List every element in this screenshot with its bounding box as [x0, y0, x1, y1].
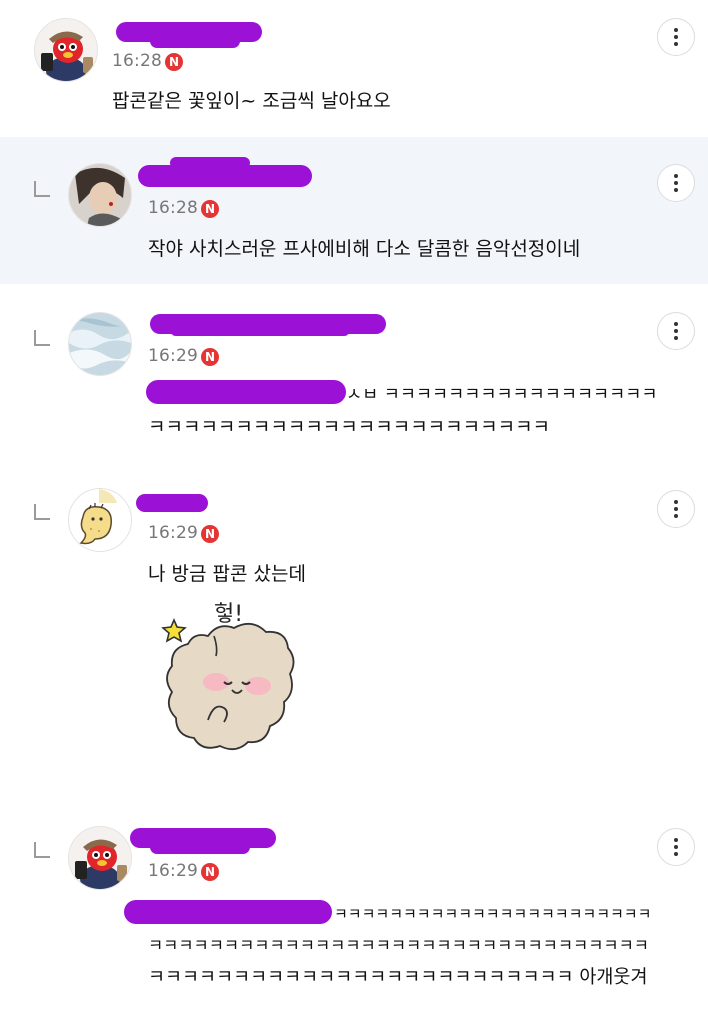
new-badge-icon: N [201, 525, 219, 543]
new-badge-icon: N [165, 53, 183, 71]
comment-item: 16:29 N ㅅㅂ ㅋㅋㅋㅋㅋㅋㅋㅋㅋㅋㅋㅋㅋㅋㅋㅋㅋ ㅋㅋㅋㅋㅋㅋㅋㅋㅋㅋㅋ… [0, 284, 708, 454]
comment-text: 나 방금 팝콘 샀는데 [148, 563, 306, 585]
star-icon [161, 617, 187, 643]
bear-sticker-illustration [161, 617, 295, 751]
comment-text: ㅅㅂ ㅋㅋㅋㅋㅋㅋㅋㅋㅋㅋㅋㅋㅋㅋㅋㅋㅋ [346, 385, 658, 405]
comment-timestamp: 16:29 [148, 861, 198, 881]
avatar[interactable] [68, 163, 132, 227]
comment-text: 작야 사치스러운 프사에비해 다소 달콤한 음악선정이네 [148, 238, 581, 260]
comment-item: 16:28 N 작야 사치스러운 프사에비해 다소 달콤한 음악선정이네 [0, 137, 708, 284]
more-options-button[interactable] [657, 828, 695, 866]
more-vertical-icon [674, 838, 678, 842]
comment-text: ㅋㅋㅋㅋㅋㅋㅋㅋㅋㅋㅋㅋㅋㅋㅋㅋㅋㅋㅋㅋㅋㅋㅋ [334, 905, 652, 923]
new-badge-icon: N [201, 863, 219, 881]
redacted-username [150, 840, 250, 854]
more-options-button[interactable] [657, 18, 695, 56]
comment-text: ㅋㅋㅋㅋㅋㅋㅋㅋㅋㅋㅋㅋㅋㅋㅋㅋㅋㅋㅋㅋㅋㅋㅋㅋㅋ 아개웃겨 [148, 967, 648, 988]
more-options-button[interactable] [657, 312, 695, 350]
more-vertical-icon [674, 322, 678, 326]
redacted-username [170, 157, 250, 169]
comment-timestamp: 16:28 [148, 198, 198, 218]
new-badge-icon: N [201, 200, 219, 218]
more-options-button[interactable] [657, 164, 695, 202]
more-vertical-icon [674, 28, 678, 32]
redacted-mention [124, 900, 332, 924]
reply-indent-icon [34, 181, 50, 197]
comment-item: 16:29 N ㅋㅋㅋㅋㅋㅋㅋㅋㅋㅋㅋㅋㅋㅋㅋㅋㅋㅋㅋㅋㅋㅋㅋ ㅋㅋㅋㅋㅋㅋㅋㅋ… [0, 810, 708, 1011]
comment-text: ㅋㅋㅋㅋㅋㅋㅋㅋㅋㅋㅋㅋㅋㅋㅋㅋㅋㅋㅋㅋㅋㅋㅋ [148, 416, 551, 438]
redacted-username [150, 34, 240, 48]
avatar[interactable] [68, 826, 132, 890]
comment-item: 16:29 N 나 방금 팝콘 샀는데 헣! [0, 480, 708, 780]
comment-text: 팝콘같은 꽃잎이~ 조금씩 날아요오 [112, 90, 391, 112]
redacted-mention [146, 380, 346, 404]
avatar[interactable] [34, 18, 98, 82]
redacted-username [170, 324, 350, 336]
reply-indent-icon [34, 504, 50, 520]
comment-text: ㅋㅋㅋㅋㅋㅋㅋㅋㅋㅋㅋㅋㅋㅋㅋㅋㅋㅋㅋㅋㅋㅋㅋㅋㅋㅋㅋㅋㅋㅋㅋㅋㅋ [148, 936, 649, 955]
comment-timestamp: 16:29 [148, 346, 198, 366]
reply-indent-icon [34, 330, 50, 346]
redacted-username [136, 494, 208, 512]
more-options-button[interactable] [657, 490, 695, 528]
more-vertical-icon [674, 500, 678, 504]
comment-timestamp: 16:29 [148, 523, 198, 543]
new-badge-icon: N [201, 348, 219, 366]
avatar[interactable] [68, 488, 132, 552]
reply-indent-icon [34, 842, 50, 858]
avatar[interactable] [68, 312, 132, 376]
comment-timestamp: 16:28 [112, 51, 162, 71]
sticker-image: 헣! [158, 596, 298, 766]
comment-item: 16:28 N 팝콘같은 꽃잎이~ 조금씩 날아요오 [0, 0, 708, 135]
more-vertical-icon [674, 174, 678, 178]
